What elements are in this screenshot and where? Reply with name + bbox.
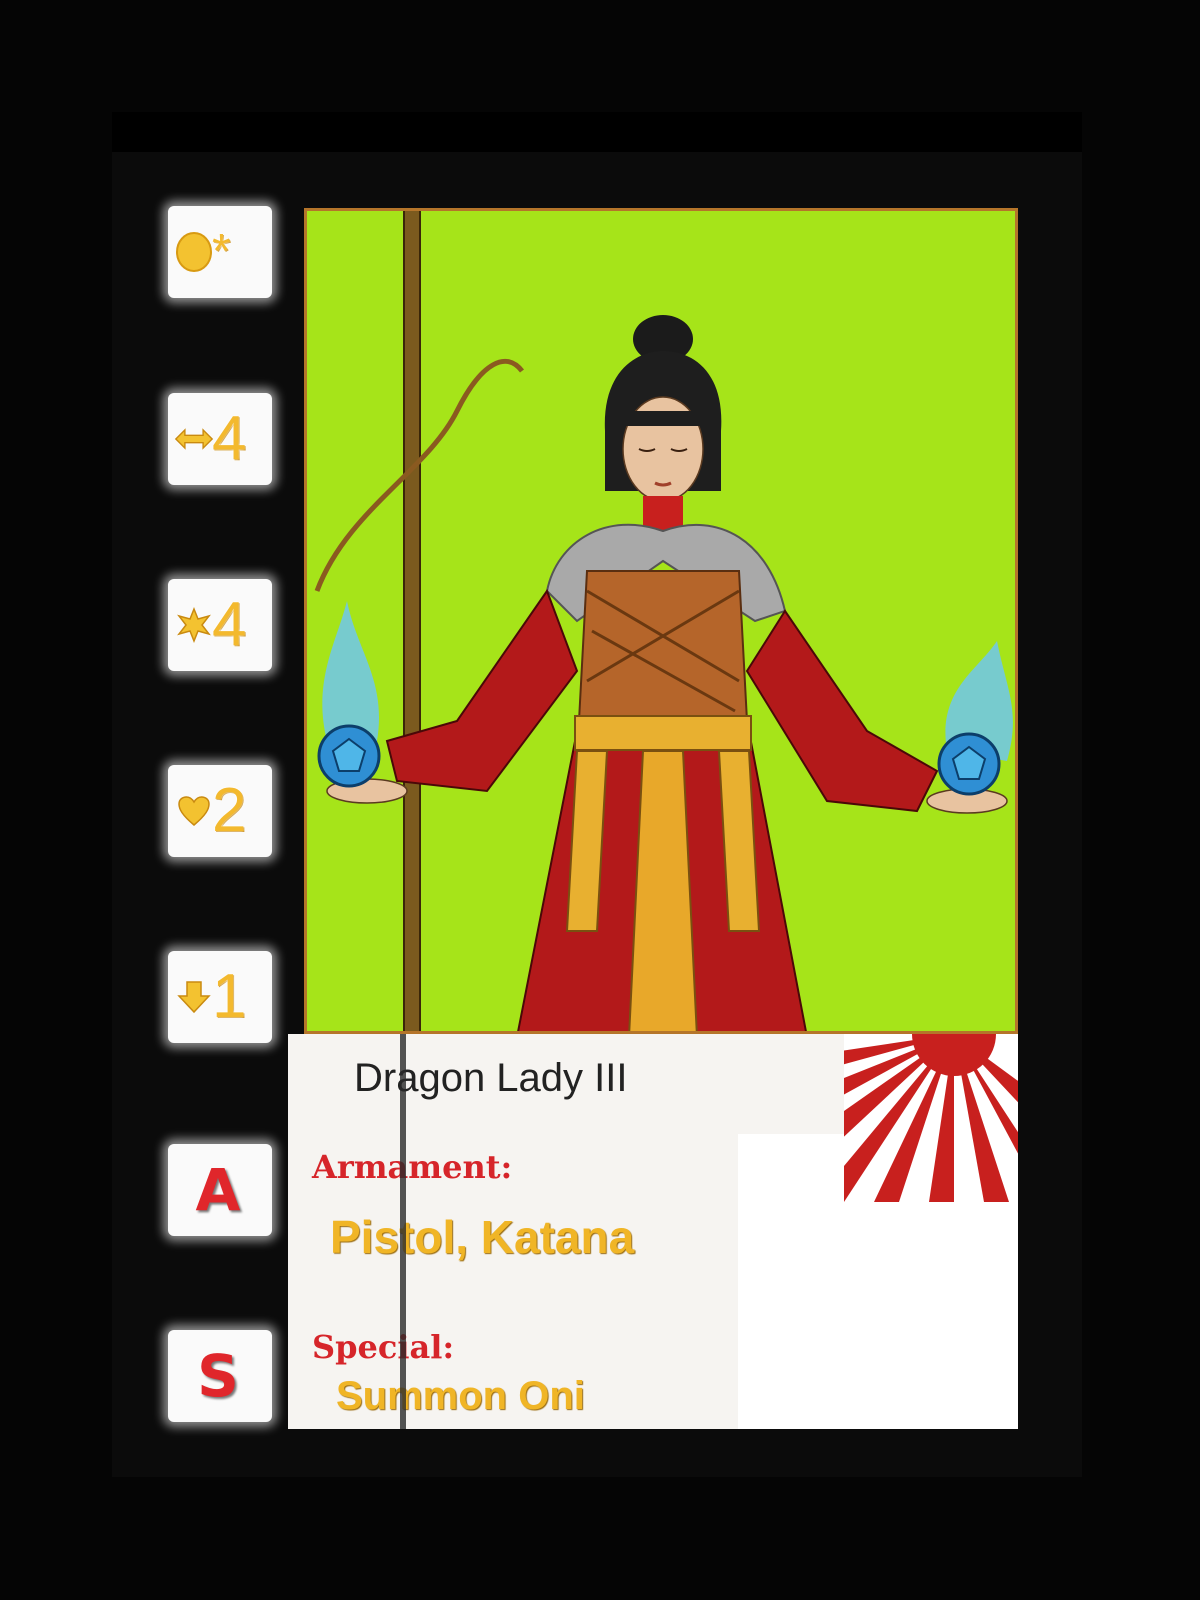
stat-tab-armament-letter: A	[168, 1144, 272, 1236]
stat-tab-attack: 4	[168, 579, 272, 671]
special-letter: S	[197, 1342, 239, 1410]
stat-value: 2	[212, 776, 247, 845]
heart-icon	[174, 791, 214, 831]
coin-icon	[174, 232, 214, 272]
stat-value: 1	[212, 962, 247, 1031]
stat-tab-move: 4	[168, 393, 272, 485]
character-illustration	[314, 315, 1013, 1031]
stat-tab-special-letter: S	[168, 1330, 272, 1422]
stat-value: *	[212, 225, 231, 278]
armament-value: Pistol, Katana	[330, 1211, 635, 1263]
down-arrow-icon	[174, 977, 214, 1017]
character-art-panel	[304, 208, 1018, 1034]
card-crease	[400, 1034, 406, 1429]
armament-label: Armament:	[312, 1148, 513, 1186]
special-value: Summon Oni	[336, 1374, 585, 1418]
card-name: Dragon Lady III	[354, 1056, 628, 1100]
special-label: Special:	[312, 1328, 455, 1366]
stat-tab-cost: *	[168, 206, 272, 298]
move-arrows-icon	[174, 419, 214, 459]
stat-tab-defense: 1	[168, 951, 272, 1043]
stat-value: 4	[212, 590, 247, 659]
armament-letter: A	[195, 1156, 241, 1224]
rising-sun-emblem	[844, 1034, 1018, 1202]
stat-tab-health: 2	[168, 765, 272, 857]
burst-icon	[174, 605, 214, 645]
stat-value: 4	[212, 404, 247, 473]
